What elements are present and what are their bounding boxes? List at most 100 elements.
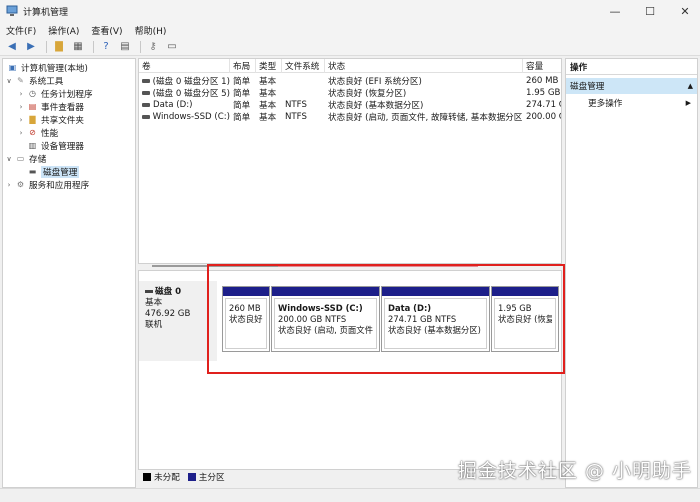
unallocated-swatch bbox=[143, 473, 151, 481]
tree-label: 设备管理器 bbox=[41, 141, 84, 152]
menu-action[interactable]: 操作(A) bbox=[48, 24, 79, 37]
tree-label: 任务计划程序 bbox=[41, 89, 93, 100]
table-row[interactable]: Data (D:) 简单 基本 NTFS 状态良好 (基本数据分区) 274.7… bbox=[139, 99, 561, 110]
cell-volume: (磁盘 0 磁盘分区 1) bbox=[139, 75, 230, 86]
cell-layout: 简单 bbox=[233, 100, 251, 111]
cell-status: 状态良好 (启动, 页面文件, 故障转储, 基本数据分区) bbox=[328, 112, 523, 123]
chevron-right-icon[interactable]: › bbox=[17, 116, 25, 124]
toolbar-separator bbox=[140, 40, 141, 53]
cell-type: 基本 bbox=[259, 112, 277, 123]
volume-name: Data (D:) bbox=[153, 99, 193, 110]
collapse-up-icon[interactable]: ▲ bbox=[688, 82, 693, 90]
cell-filesystem bbox=[282, 75, 325, 86]
window-icon[interactable]: ▭ bbox=[164, 40, 180, 54]
storage-icon: ▭ bbox=[16, 154, 25, 163]
more-actions-item[interactable]: 更多操作 ▶ bbox=[566, 96, 697, 110]
volume-list: 卷 布局 类型 文件系统 状态 容量 (磁盘 0 磁盘分区 1) 简单 基本 状… bbox=[138, 58, 562, 264]
chevron-down-icon[interactable]: ∨ bbox=[5, 77, 13, 85]
table-row[interactable]: (磁盘 0 磁盘分区 5) 简单 基本 状态良好 (恢复分区) 1.95 GB bbox=[139, 87, 561, 98]
back-arrow-icon[interactable]: ◀ bbox=[4, 40, 20, 54]
list-header: 卷 布局 类型 文件系统 状态 容量 bbox=[139, 59, 561, 73]
maximize-button[interactable]: ☐ bbox=[635, 0, 665, 22]
volume-icon bbox=[142, 90, 150, 95]
tree-item-root[interactable]: ▣ 计算机管理(本地) bbox=[5, 61, 88, 74]
cell-capacity: 260 MB bbox=[526, 75, 559, 86]
cell-volume: Data (D:) bbox=[139, 99, 230, 110]
cell-type: 基本 bbox=[259, 76, 277, 87]
menu-view[interactable]: 查看(V) bbox=[91, 24, 122, 37]
column-capacity[interactable]: 容量 bbox=[523, 59, 561, 73]
menu-file[interactable]: 文件(F) bbox=[6, 24, 36, 37]
chevron-right-icon[interactable]: › bbox=[17, 103, 25, 111]
tree-label: 系统工具 bbox=[29, 76, 64, 87]
column-layout[interactable]: 布局 bbox=[230, 59, 256, 73]
tree-item-shared-folders[interactable]: › ▇ 共享文件夹 bbox=[17, 113, 84, 126]
device-manager-icon: ▥ bbox=[28, 141, 37, 150]
table-row[interactable]: Windows-SSD (C:) 简单 基本 NTFS 状态良好 (启动, 页面… bbox=[139, 111, 561, 122]
column-volume[interactable]: 卷 bbox=[139, 59, 230, 73]
cell-capacity: 274.71 G bbox=[526, 99, 562, 110]
volume-name: (磁盘 0 磁盘分区 5) bbox=[152, 88, 230, 99]
volume-icon bbox=[142, 114, 150, 119]
watermark: 掘金技术社区 @ 小明助手 bbox=[457, 460, 692, 482]
minimize-button[interactable]: — bbox=[600, 0, 630, 22]
tree-item-storage[interactable]: ∨ ▭ 存储 bbox=[5, 152, 46, 165]
legend-unallocated: 未分配 bbox=[154, 473, 180, 483]
performance-icon: ⊘ bbox=[29, 128, 36, 137]
table-row[interactable]: (磁盘 0 磁盘分区 1) 简单 基本 状态良好 (EFI 系统分区) 260 … bbox=[139, 75, 561, 86]
cell-filesystem: NTFS bbox=[285, 111, 307, 122]
cell-status: 状态良好 (基本数据分区) bbox=[328, 100, 424, 111]
tree-item-device-manager[interactable]: ▥ 设备管理器 bbox=[25, 139, 84, 152]
tree-item-system-tools[interactable]: ∨ ✎ 系统工具 bbox=[5, 74, 63, 87]
forward-arrow-icon[interactable]: ▶ bbox=[23, 40, 39, 54]
show-tree-icon[interactable]: ▦ bbox=[70, 40, 86, 54]
chevron-right-icon[interactable]: › bbox=[17, 129, 25, 137]
volume-name: Windows-SSD (C:) bbox=[152, 111, 230, 122]
navigation-tree: ▣ 计算机管理(本地) ∨ ✎ 系统工具 › ◷ 任务计划程序 › ▤ 事件查看… bbox=[2, 58, 136, 488]
computer-management-icon bbox=[6, 5, 18, 16]
tree-item-performance[interactable]: › ⊘ 性能 bbox=[17, 126, 59, 139]
title-bar: 计算机管理 bbox=[0, 0, 700, 22]
tree-label: 服务和应用程序 bbox=[29, 180, 90, 191]
column-status[interactable]: 状态 bbox=[325, 59, 523, 73]
key-icon[interactable]: ⚷ bbox=[145, 40, 161, 54]
cell-layout: 简单 bbox=[233, 76, 251, 87]
chevron-down-icon[interactable]: ∨ bbox=[5, 155, 13, 163]
cell-filesystem bbox=[282, 87, 325, 98]
actions-group-disk-management[interactable]: 磁盘管理 ▲ bbox=[566, 78, 697, 94]
computer-icon: ▣ bbox=[8, 63, 17, 72]
highlight-annotation bbox=[207, 264, 565, 374]
tree-item-event-viewer[interactable]: › ▤ 事件查看器 bbox=[17, 100, 84, 113]
primary-swatch bbox=[187, 473, 196, 481]
folder-icon[interactable]: ▇ bbox=[51, 40, 67, 54]
disk-icon: ▬ bbox=[28, 167, 37, 176]
chevron-right-icon[interactable]: › bbox=[5, 181, 13, 189]
cell-filesystem: NTFS bbox=[285, 99, 307, 110]
cell-volume: Windows-SSD (C:) bbox=[139, 111, 230, 122]
tree-label: 计算机管理(本地) bbox=[21, 63, 88, 74]
disk-info[interactable]: 磁盘 0 基本 476.92 GB 联机 bbox=[139, 281, 217, 361]
cell-status: 状态良好 (EFI 系统分区) bbox=[328, 76, 422, 87]
chevron-right-icon[interactable]: › bbox=[17, 90, 25, 98]
tree-label: 性能 bbox=[41, 128, 59, 139]
tree-item-disk-management[interactable]: ▬ 磁盘管理 bbox=[25, 165, 80, 178]
menu-help[interactable]: 帮助(H) bbox=[135, 24, 167, 37]
properties-icon[interactable]: ▤ bbox=[117, 40, 133, 54]
disk-icon bbox=[145, 290, 153, 293]
column-filesystem[interactable]: 文件系统 bbox=[282, 59, 325, 73]
tree-item-services[interactable]: › ⚙ 服务和应用程序 bbox=[5, 178, 90, 191]
legend-primary: 主分区 bbox=[198, 473, 225, 483]
cell-capacity: 1.95 GB bbox=[526, 87, 561, 98]
cell-layout: 简单 bbox=[233, 88, 251, 99]
event-viewer-icon: ▤ bbox=[28, 102, 37, 111]
volume-icon bbox=[142, 102, 150, 107]
cell-volume: (磁盘 0 磁盘分区 5) bbox=[139, 87, 230, 98]
tree-item-task-scheduler[interactable]: › ◷ 任务计划程序 bbox=[17, 87, 93, 100]
shared-folder-icon: ▇ bbox=[29, 115, 36, 124]
tools-icon: ✎ bbox=[17, 76, 24, 85]
column-type[interactable]: 类型 bbox=[256, 59, 282, 73]
tree-label: 共享文件夹 bbox=[41, 115, 84, 126]
close-button[interactable]: ✕ bbox=[670, 0, 700, 22]
help-icon[interactable]: ? bbox=[98, 40, 114, 54]
cell-capacity: 200.00 G bbox=[526, 111, 562, 122]
